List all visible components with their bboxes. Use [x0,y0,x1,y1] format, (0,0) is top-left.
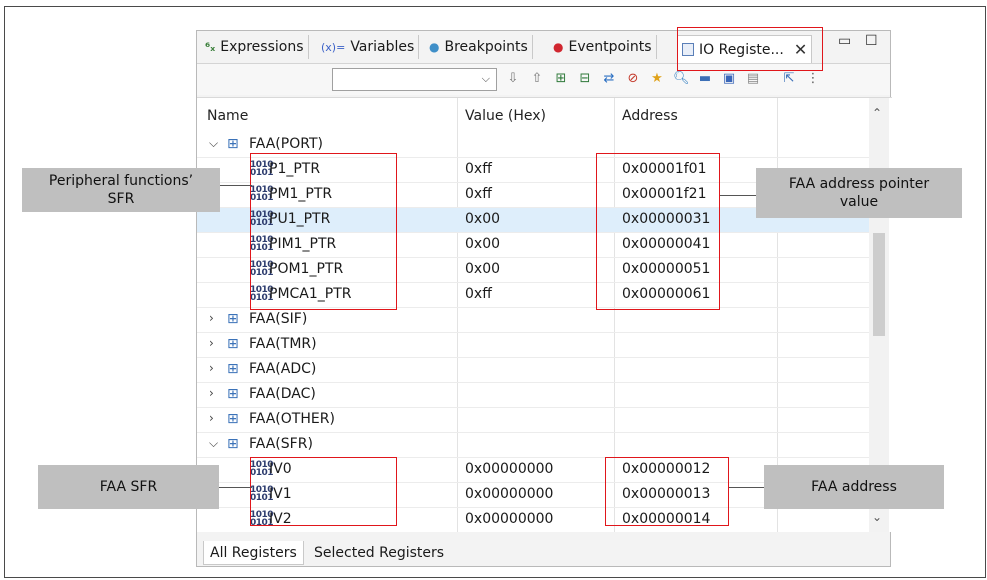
arrow-down-icon[interactable]: ⇩ [505,71,521,87]
breakpoints-icon: ● [429,40,440,54]
register-value: 0x00 [465,261,501,277]
group-name: FAA(ADC) [249,361,317,377]
group-name: FAA(SIF) [249,311,308,327]
register-group-icon: ⊞ [227,386,239,402]
group-name: FAA(SFR) [249,436,313,452]
scroll-up-icon[interactable]: ⌃ [872,106,882,120]
tree-group-row[interactable]: › ⊞ FAA(ADC) [197,358,872,383]
tab-all-registers[interactable]: All Registers [203,541,304,565]
chevron-down-icon: ⌵ [481,72,490,85]
chevron-right-icon[interactable]: › [209,336,214,350]
register-group-icon: ⊞ [227,436,239,452]
leader-line [220,185,252,186]
highlight-peripheral-sfr-names [250,153,397,310]
tab-expressions[interactable]: ⁶ₓ Expressions [201,35,309,59]
register-value: 0x00 [465,236,501,252]
variables-icon: (x)= [321,40,346,54]
register-filter-combo[interactable]: ⌵ [332,68,497,91]
tab-label: Eventpoints [568,39,652,55]
register-value: 0xff [465,186,492,202]
scroll-down-icon[interactable]: ⌄ [872,510,882,524]
group-name: FAA(DAC) [249,386,316,402]
save-icon[interactable]: ▣ [721,71,737,87]
pin-icon[interactable]: ⇱ [781,71,797,87]
callout-label: FAA address [811,479,897,495]
favorite-icon[interactable]: ★ [649,71,665,87]
register-subtab-bar: All Registers Selected Registers [197,538,890,566]
arrow-up-icon[interactable]: ⇧ [529,71,545,87]
tree-group-row[interactable]: ⌵ ⊞ FAA(SFR) [197,433,872,458]
chevron-right-icon[interactable]: › [209,411,214,425]
tree-group-row[interactable]: › ⊞ FAA(TMR) [197,333,872,358]
register-group-icon: ⊞ [227,361,239,377]
register-value: 0x00000000 [465,511,554,527]
tree-group-row[interactable]: › ⊞ FAA(OTHER) [197,408,872,433]
leader-line [720,195,756,196]
column-header-name[interactable]: Name [207,108,248,124]
highlight-faa-pointer-values [596,153,720,310]
expressions-icon: ⁶ₓ [205,40,216,54]
highlight-faa-addresses [605,457,729,526]
tree-group-row[interactable]: › ⊞ FAA(SIF) [197,308,872,333]
callout-faa-sfr: FAA SFR [38,465,219,509]
register-group-icon: ⊞ [227,411,239,427]
tab-label: Breakpoints [444,39,528,55]
export-icon[interactable]: ▤ [745,71,761,87]
register-group-icon: ⊞ [227,136,239,152]
callout-faa-address: FAA address [764,465,944,509]
leader-line [219,487,252,488]
leader-line [729,487,764,488]
search-icon[interactable]: 🔍︎ [673,71,690,87]
group-name: FAA(OTHER) [249,411,335,427]
tab-label: Variables [350,39,415,55]
highlight-io-registers-tab [677,27,823,71]
display-icon[interactable]: ▬ [697,71,713,87]
register-value: 0x00000000 [465,461,554,477]
register-value: 0x00 [465,211,501,227]
view-menu-icon[interactable]: ⋮ [805,71,821,87]
tree-group-row[interactable]: › ⊞ FAA(DAC) [197,383,872,408]
collapse-all-icon[interactable]: ⊟ [577,71,593,87]
maximize-icon[interactable]: ☐ [865,33,878,49]
column-header-value[interactable]: Value (Hex) [465,108,546,124]
minimize-icon[interactable]: ▭ [838,33,851,49]
eventpoints-icon: ● [553,40,564,54]
tab-label: Expressions [220,39,304,55]
highlight-faa-sfr-names [250,457,397,526]
tab-selected-registers[interactable]: Selected Registers [308,541,450,565]
column-header-address[interactable]: Address [622,108,678,124]
stop-refresh-icon[interactable]: ⊘ [625,71,641,87]
scroll-thumb[interactable] [873,233,885,336]
chevron-right-icon[interactable]: › [209,311,214,325]
expand-all-icon[interactable]: ⊞ [553,71,569,87]
refresh-icon[interactable]: ⇄ [601,71,617,87]
register-value: 0xff [465,161,492,177]
tab-breakpoints[interactable]: ● Breakpoints [425,35,533,59]
group-name: FAA(TMR) [249,336,317,352]
tab-eventpoints[interactable]: ● Eventpoints [549,35,657,59]
register-group-icon: ⊞ [227,311,239,327]
register-group-icon: ⊞ [227,336,239,352]
register-value: 0xff [465,286,492,302]
callout-label: Peripheral functions’ SFR [48,173,194,207]
chevron-down-icon[interactable]: ⌵ [209,436,218,451]
tab-variables[interactable]: (x)= Variables [317,35,420,59]
chevron-right-icon[interactable]: › [209,386,214,400]
chevron-down-icon[interactable]: ⌵ [209,136,218,151]
register-value: 0x00000000 [465,486,554,502]
group-name: FAA(PORT) [249,136,323,152]
callout-label: FAA address pointer value [788,176,930,210]
callout-peripheral-sfr: Peripheral functions’ SFR [22,168,220,212]
chevron-right-icon[interactable]: › [209,361,214,375]
callout-label: FAA SFR [99,479,158,495]
callout-faa-pointer-value: FAA address pointer value [756,168,962,218]
